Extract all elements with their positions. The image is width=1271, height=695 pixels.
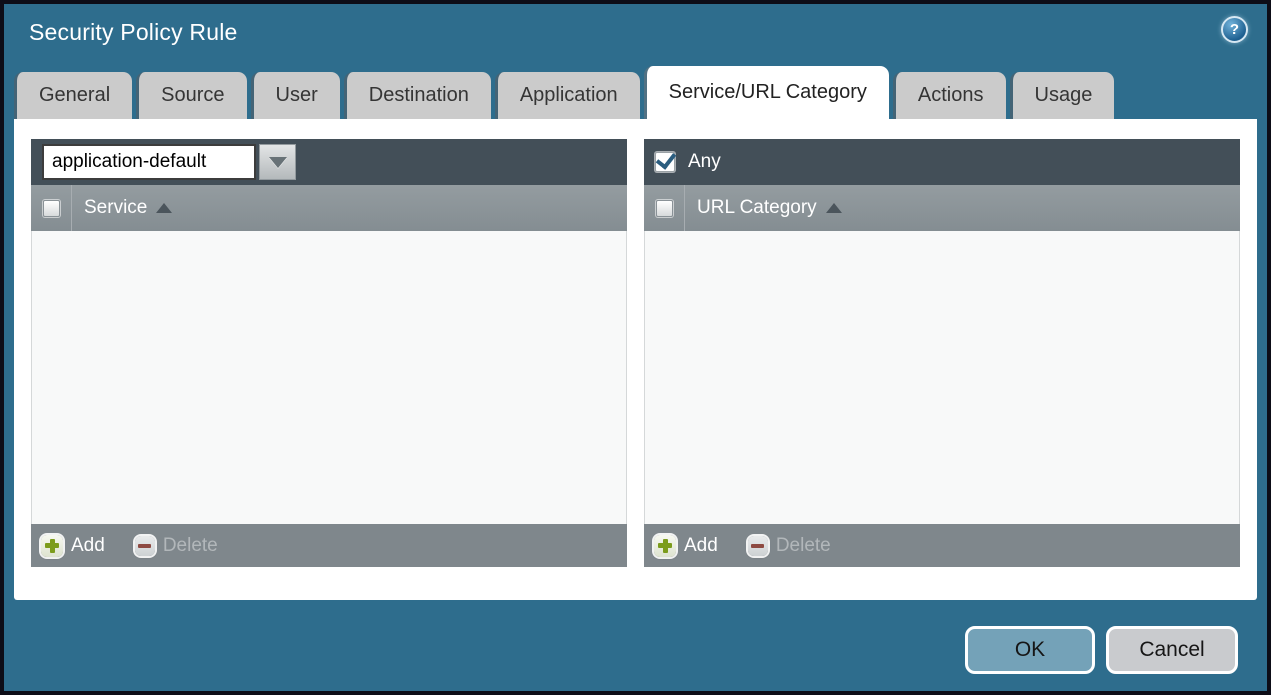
tab-application[interactable]: Application [494,72,640,119]
service-column-sort[interactable]: Service [84,197,173,219]
tab-source[interactable]: Source [136,72,247,119]
any-checkbox-row: Any [655,151,721,173]
service-column-header: Service [31,185,627,231]
add-icon [654,534,676,557]
service-delete-button[interactable]: Delete [134,535,218,557]
any-checkbox-label: Any [688,151,721,172]
url-category-select-all-checkbox[interactable] [655,199,673,217]
security-policy-rule-dialog: { "dialog": { "title": "Security Policy … [0,0,1271,695]
tab-content: application-default Service Add Delete A… [14,119,1257,600]
tab-actions[interactable]: Actions [892,72,1006,119]
service-type-dropdown-button[interactable] [259,144,296,180]
sort-ascending-icon [156,203,173,213]
help-icon[interactable]: ? [1221,16,1248,43]
tab-usage[interactable]: Usage [1009,72,1115,119]
url-category-list [644,231,1240,524]
url-category-panel: Any URL Category Add Delete [644,139,1240,567]
url-category-delete-button[interactable]: Delete [747,535,831,557]
url-category-column-sort[interactable]: URL Category [697,197,842,219]
service-add-button[interactable]: Add [41,534,105,557]
any-checkbox[interactable] [655,152,675,172]
delete-icon [134,535,155,556]
tab-user[interactable]: User [250,72,340,119]
dialog-title: Security Policy Rule [29,19,238,45]
url-category-add-button[interactable]: Add [654,534,718,557]
service-type-dropdown: application-default [42,144,296,180]
url-category-panel-footer: Add Delete [644,524,1240,567]
service-type-value[interactable]: application-default [42,144,256,180]
sort-ascending-icon [825,203,842,213]
service-column-label: Service [84,197,148,218]
url-category-column-header: URL Category [644,185,1240,231]
url-category-column-label: URL Category [697,197,817,218]
service-panel: application-default Service Add Delete [31,139,627,567]
ok-button[interactable]: OK [965,626,1095,674]
tab-bar: General Source User Destination Applicat… [4,66,1267,119]
url-category-select-all-cell [644,185,685,231]
chevron-down-icon [268,156,287,168]
url-category-panel-header: Any [644,139,1240,185]
service-panel-footer: Add Delete [31,524,627,567]
delete-icon [747,535,768,556]
tab-service-url-category[interactable]: Service/URL Category [643,66,889,119]
tab-destination[interactable]: Destination [343,72,491,119]
service-select-all-checkbox[interactable] [42,199,60,217]
dialog-actions: OK Cancel [965,626,1238,674]
cancel-button[interactable]: Cancel [1106,626,1238,674]
service-list [31,231,627,524]
add-icon [41,534,63,557]
service-select-all-cell [31,185,72,231]
tab-general[interactable]: General [14,72,133,119]
dialog-titlebar: Security Policy Rule ? [4,4,1267,66]
service-panel-header: application-default [31,139,627,185]
